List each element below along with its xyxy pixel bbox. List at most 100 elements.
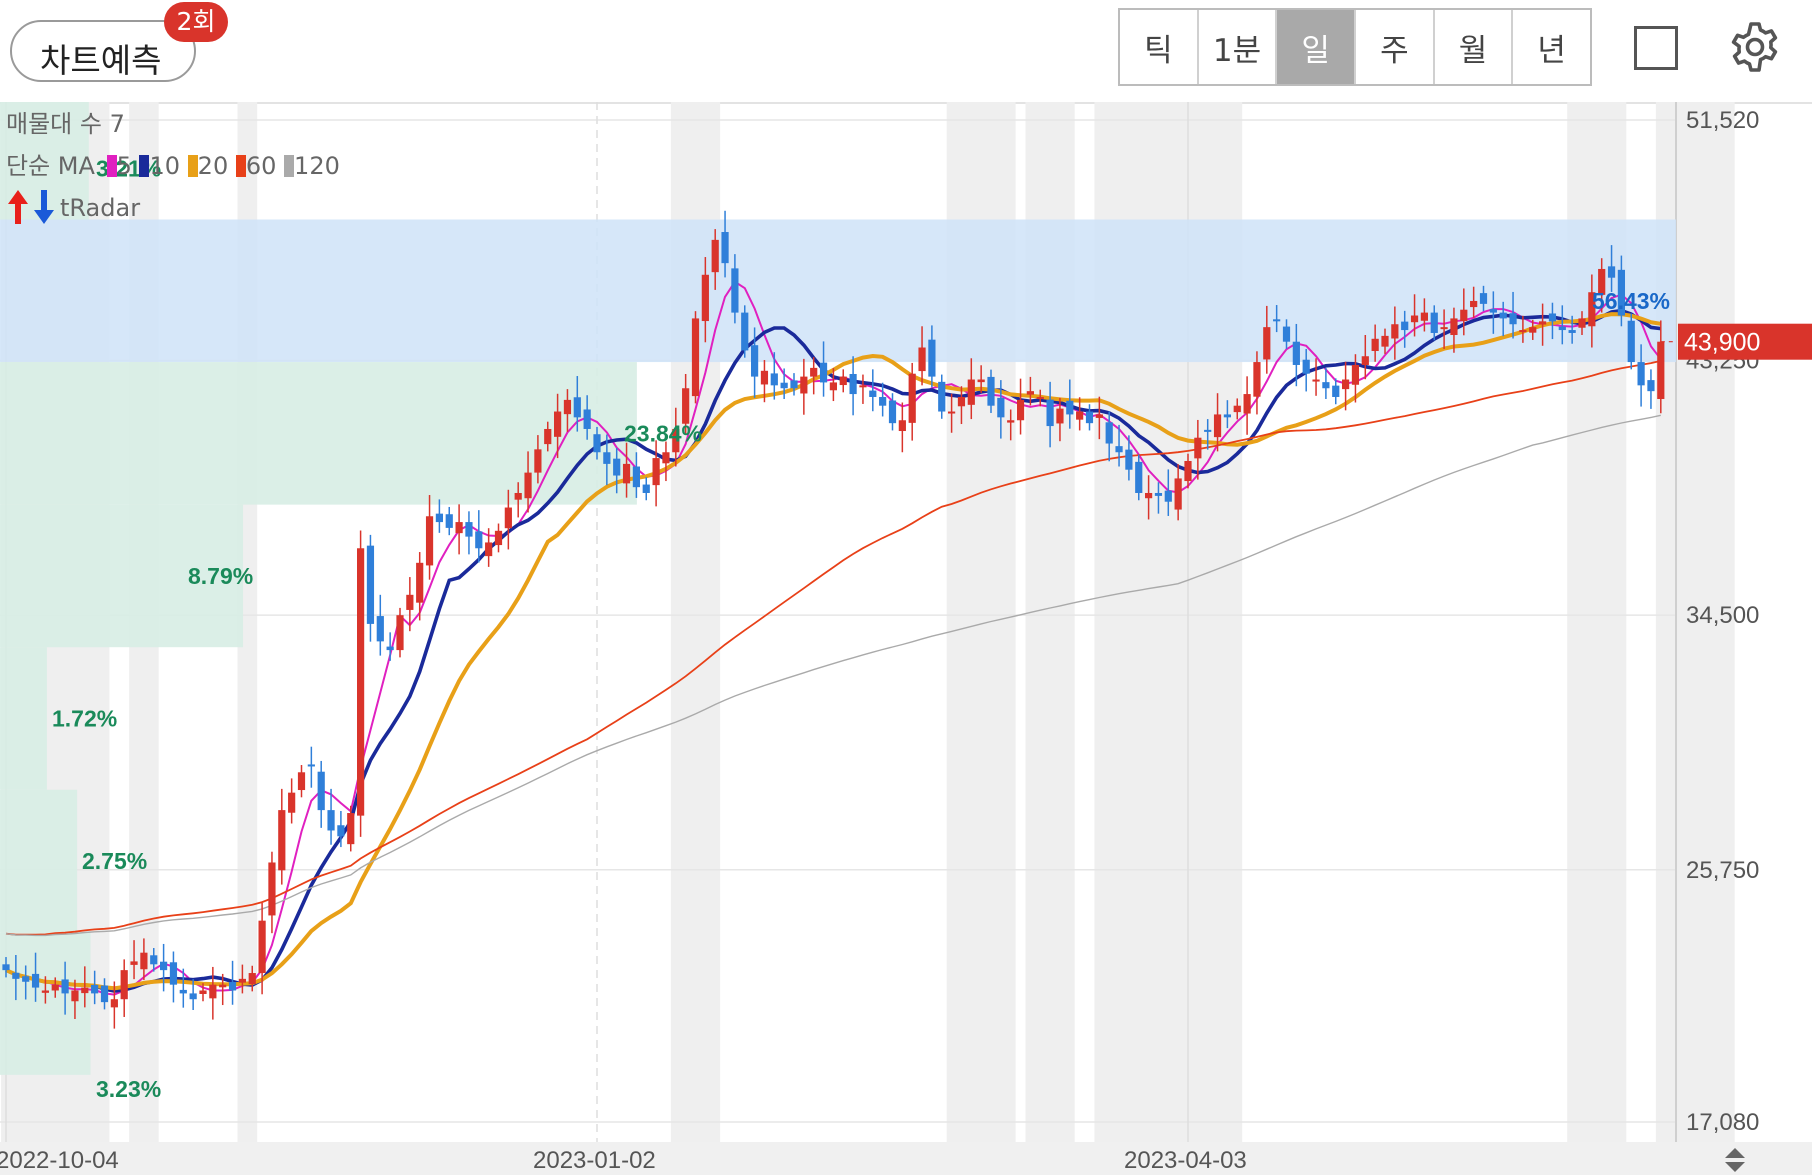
candle [199,990,207,994]
volume-profile-bar [0,932,91,1075]
y-tick-label: 25,750 [1686,857,1759,884]
candle [711,239,719,273]
tab-day[interactable]: 일 [1277,10,1357,84]
square-icon[interactable] [1634,26,1678,70]
price-chart[interactable]: 51,52043,25034,50025,75017,080 2022-10-0… [0,102,1812,1175]
candle [1174,478,1182,510]
ma20-label: 20 [197,152,229,180]
tab-week[interactable]: 주 [1356,10,1435,84]
candle [603,452,611,464]
candle [760,370,769,385]
candle [1253,362,1261,397]
candle [1076,411,1084,420]
candle [888,400,897,424]
candle [642,484,650,493]
tab-1min[interactable]: 1분 [1199,10,1278,84]
candle [189,993,197,1000]
candle [1529,327,1537,333]
ma120-label: 120 [294,152,340,180]
candle [1657,341,1665,400]
tab-year[interactable]: 년 [1513,10,1590,84]
candle [731,268,739,313]
candle [228,982,237,991]
candle [957,396,966,407]
candle [1627,320,1635,363]
candle [248,973,256,985]
candle [81,987,89,994]
candle [445,514,453,528]
candle [396,615,404,651]
candle [455,522,463,534]
candle [327,810,335,831]
candle [849,373,857,395]
candle [613,458,621,476]
x-axis-bar [0,1142,1812,1175]
candle [1282,326,1291,342]
candle [31,973,40,988]
tab-month[interactable]: 월 [1435,10,1514,84]
candle [357,548,365,816]
candle [1312,379,1320,382]
candle [485,542,493,557]
candle [554,411,562,437]
gear-icon[interactable] [1728,20,1782,74]
candle [1145,492,1153,499]
ma-legend-label: 단순 MA [6,152,95,180]
candle [51,984,59,991]
y-tick-label: 17,080 [1686,1109,1759,1136]
candle [1243,394,1251,414]
candle [366,545,375,624]
candle [1342,379,1350,390]
candle [1154,492,1163,496]
volume-profile-bar [0,647,47,790]
candle [652,458,660,486]
candle [839,376,847,386]
ma5-swatch [106,155,117,177]
candle [1371,338,1379,352]
candle [908,373,916,423]
candle [1194,437,1202,459]
candle [1095,414,1103,418]
candle [1420,312,1428,321]
candle [425,516,434,566]
candle [1568,330,1576,333]
current-price-label: 43,900 [1684,329,1760,357]
candle [967,379,975,405]
ma5-label: 5 [116,152,132,180]
candle [987,376,995,406]
candle [1637,362,1645,386]
candle [337,825,345,837]
candle [1558,326,1566,331]
candle [682,388,690,424]
candle [41,990,49,993]
candle [1539,321,1547,325]
candle [2,964,10,971]
candle [1607,266,1616,278]
tradar-label: tRadar [60,194,141,222]
candle [741,312,749,351]
candle [110,999,118,1008]
candle [258,920,266,974]
candle [169,962,178,985]
candle [475,531,483,549]
candle [1213,414,1222,438]
candle [504,507,512,529]
candle [12,972,20,979]
candle [751,345,759,377]
candle [780,382,788,389]
candle [1479,293,1488,304]
candle [790,380,798,389]
candle [721,232,729,264]
volume-profile-bar [0,219,1676,363]
candle [1578,318,1586,328]
candle [928,339,936,377]
chart-predict-label: 차트예측 [40,41,162,80]
candle [278,810,286,871]
candle [1489,309,1497,313]
tab-tick[interactable]: 틱 [1120,10,1199,84]
candle [465,522,473,537]
toolbar: 차트예측 2회 틱 1분 일 주 월 년 [0,0,1812,104]
candle [563,399,572,415]
candle [938,381,946,412]
candle [810,367,818,377]
